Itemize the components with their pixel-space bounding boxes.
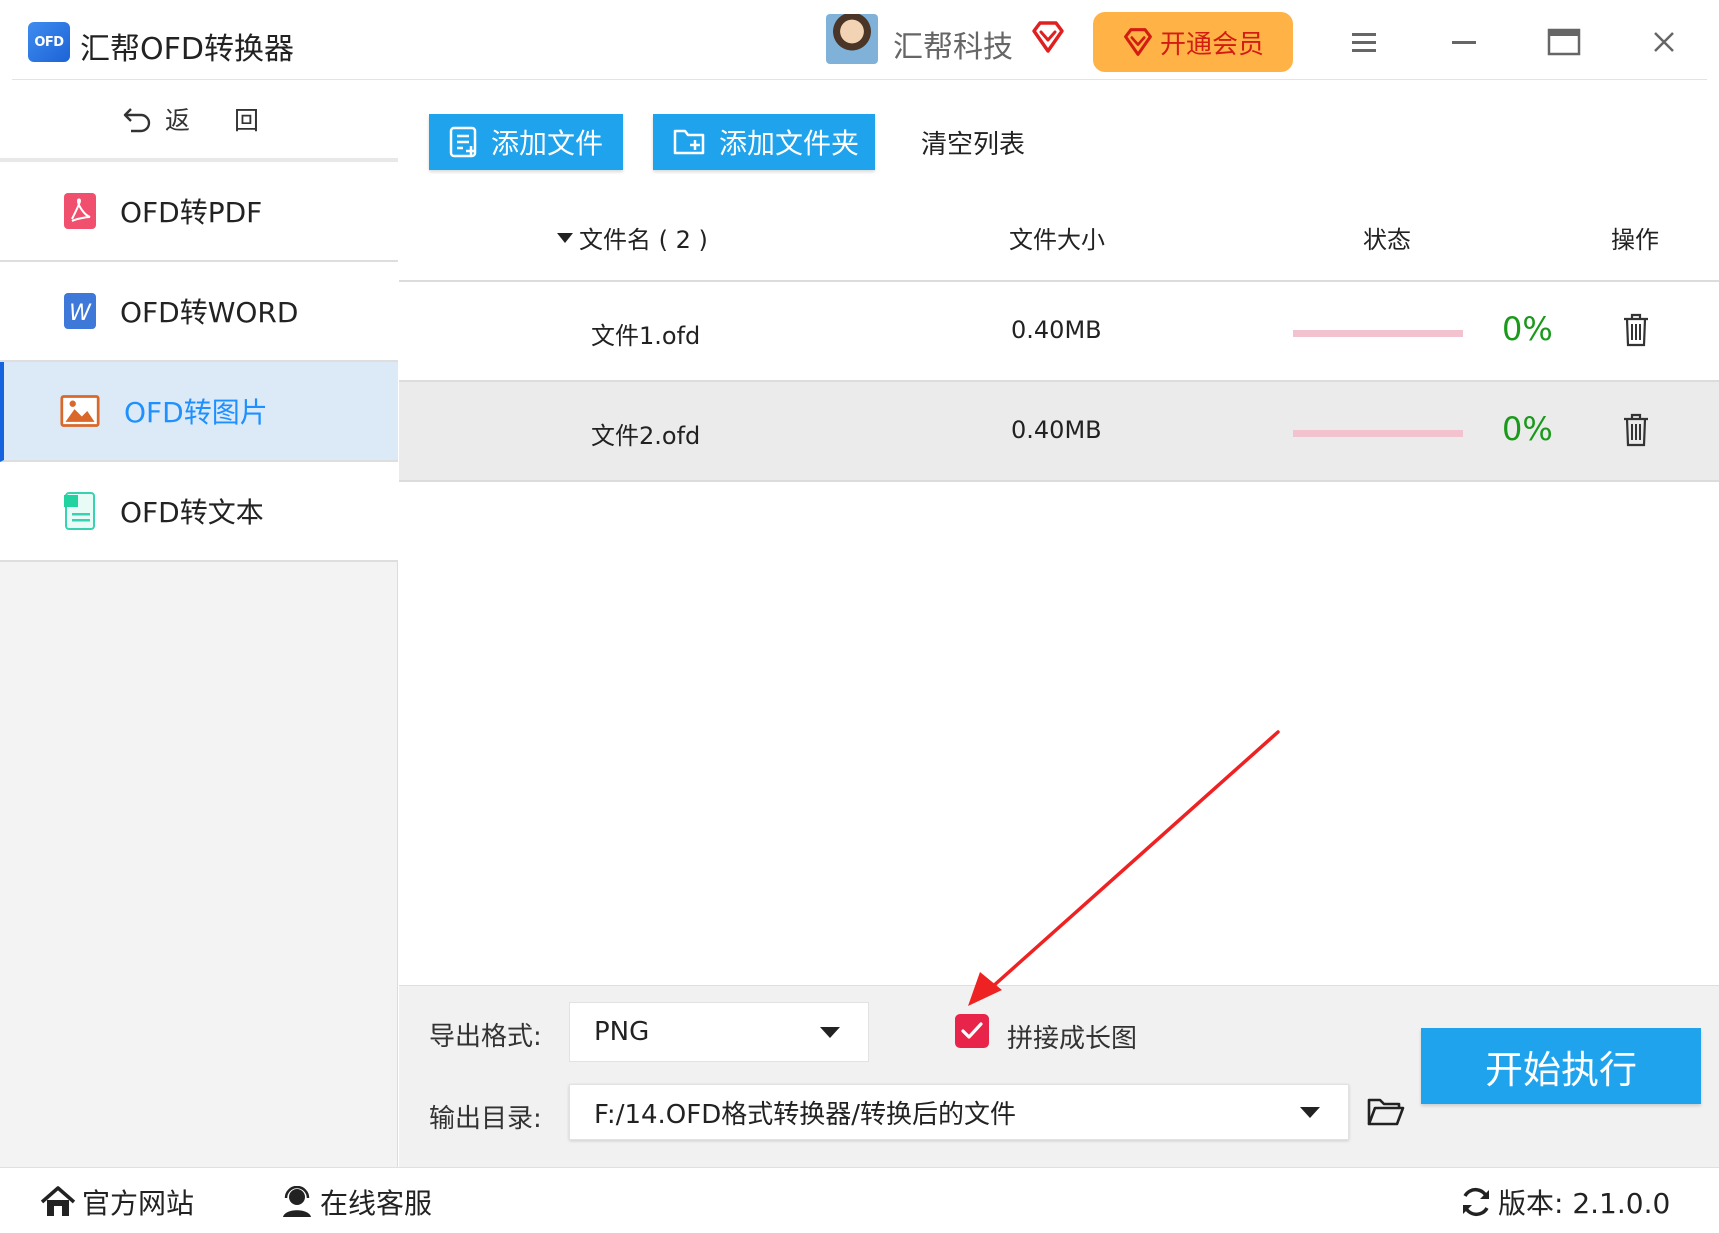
- status-column-header: 状态: [1363, 226, 1411, 254]
- table-row[interactable]: 文件1.ofd 0.40MB 0%: [399, 282, 1719, 382]
- vip-button[interactable]: 开通会员: [1093, 12, 1293, 72]
- start-button[interactable]: 开始执行: [1421, 1028, 1701, 1104]
- progress-bar: [1293, 330, 1463, 337]
- back-label: 返 回: [165, 106, 277, 135]
- sidebar-item-label: OFD转图片: [124, 396, 268, 429]
- sort-down-icon: [557, 232, 573, 243]
- add-file-button[interactable]: 添加文件: [429, 114, 623, 170]
- version-label: 版本: 2.1.0.0: [1498, 1187, 1671, 1220]
- online-service-link[interactable]: 在线客服: [280, 1182, 432, 1222]
- sidebar-item-ofd-to-image[interactable]: OFD转图片: [0, 362, 398, 462]
- folder-open-icon[interactable]: [1367, 1096, 1405, 1128]
- text-icon: [64, 492, 95, 530]
- format-value: PNG: [594, 1017, 650, 1047]
- svg-text:W: W: [69, 301, 92, 326]
- output-label: 输出目录:: [429, 1104, 542, 1134]
- maximize-icon: [1547, 28, 1581, 56]
- sidebar-item-label: OFD转PDF: [120, 196, 263, 229]
- file-size: 0.40MB: [1011, 316, 1102, 344]
- sidebar-item-ofd-to-word[interactable]: W OFD转WORD: [0, 262, 398, 362]
- file-name: 文件2.ofd: [591, 422, 701, 450]
- title-bar: OFD 汇帮OFD转换器 汇帮科技 开通会员: [0, 0, 1719, 80]
- maximize-button[interactable]: [1544, 22, 1584, 62]
- add-file-icon: [449, 126, 477, 158]
- format-select[interactable]: PNG: [569, 1002, 869, 1062]
- sidebar-item-ofd-to-pdf[interactable]: OFD转PDF: [0, 162, 398, 262]
- back-arrow-icon: [123, 108, 151, 133]
- size-column-header: 文件大小: [1009, 226, 1105, 254]
- clear-list-button[interactable]: 清空列表: [921, 124, 1025, 161]
- sidebar-item-label: OFD转文本: [120, 496, 264, 529]
- home-icon: [40, 1186, 76, 1216]
- minimize-button[interactable]: [1444, 22, 1484, 62]
- diamond-icon: [1032, 21, 1064, 53]
- image-icon: [60, 395, 100, 427]
- word-icon: W: [64, 293, 96, 329]
- main-panel: 添加文件 添加文件夹 清空列表 文件名 ( 2 ) 文件大小 状态 操作 文件1…: [399, 80, 1719, 1167]
- action-column-header: 操作: [1611, 226, 1659, 254]
- app-title: 汇帮OFD转换器: [80, 32, 294, 67]
- progress-percent: 0%: [1502, 410, 1553, 448]
- close-icon: [1654, 32, 1674, 52]
- add-folder-label: 添加文件夹: [719, 128, 860, 159]
- headset-user-icon: [283, 1186, 311, 1217]
- file-size: 0.40MB: [1011, 416, 1102, 444]
- pdf-icon: [64, 193, 96, 229]
- back-button[interactable]: 返 回: [0, 80, 398, 162]
- app-logo: OFD: [28, 22, 70, 62]
- minimize-icon: [1452, 41, 1476, 44]
- name-column-label: 文件名 ( 2 ): [579, 226, 708, 254]
- name-column-header[interactable]: 文件名 ( 2 ): [557, 220, 708, 255]
- progress-percent: 0%: [1502, 310, 1553, 348]
- online-service-label: 在线客服: [320, 1187, 433, 1220]
- sidebar: 返 回 OFD转PDF W OFD转WORD OFD转图片 OFD转文本: [0, 80, 398, 1167]
- format-label: 导出格式:: [429, 1022, 542, 1052]
- menu-button[interactable]: [1344, 22, 1384, 62]
- chevron-down-icon: [820, 1027, 840, 1038]
- table-row[interactable]: 文件2.ofd 0.40MB 0%: [399, 382, 1719, 482]
- vip-button-label: 开通会员: [1159, 28, 1264, 59]
- close-button[interactable]: [1644, 22, 1684, 62]
- chevron-down-icon: [1300, 1107, 1320, 1118]
- refresh-icon: [1463, 1187, 1489, 1217]
- output-dir-value: F:/14.OFD格式转换器/转换后的文件: [594, 1099, 1017, 1130]
- trash-icon[interactable]: [1621, 312, 1651, 348]
- user-avatar[interactable]: [826, 14, 878, 64]
- add-folder-button[interactable]: 添加文件夹: [653, 114, 875, 170]
- version-info[interactable]: 版本: 2.1.0.0: [1460, 1182, 1670, 1222]
- settings-panel: 导出格式: PNG 拼接成长图 输出目录: F:/14.OFD格式转换器/转换后…: [399, 985, 1719, 1167]
- official-website-label: 官方网站: [82, 1187, 195, 1220]
- output-dir-select[interactable]: F:/14.OFD格式转换器/转换后的文件: [569, 1084, 1349, 1140]
- progress-bar: [1293, 430, 1463, 437]
- hamburger-icon: [1352, 33, 1376, 52]
- merge-long-image-checkbox[interactable]: [955, 1014, 989, 1048]
- add-folder-icon: [673, 129, 705, 155]
- merge-label[interactable]: 拼接成长图: [1007, 1018, 1137, 1055]
- trash-icon[interactable]: [1621, 412, 1651, 448]
- add-file-label: 添加文件: [491, 128, 604, 159]
- file-table-header: 文件名 ( 2 ) 文件大小 状态 操作: [399, 190, 1719, 282]
- file-name: 文件1.ofd: [591, 322, 701, 350]
- official-website-link[interactable]: 官方网站: [40, 1182, 194, 1222]
- sidebar-item-ofd-to-text[interactable]: OFD转文本: [0, 462, 398, 562]
- footer: 官方网站 在线客服 版本: 2.1.0.0: [0, 1167, 1719, 1233]
- sidebar-item-label: OFD转WORD: [120, 296, 299, 329]
- check-icon: [961, 1022, 983, 1039]
- diamond-icon: [1124, 28, 1152, 56]
- user-name[interactable]: 汇帮科技: [893, 22, 1013, 66]
